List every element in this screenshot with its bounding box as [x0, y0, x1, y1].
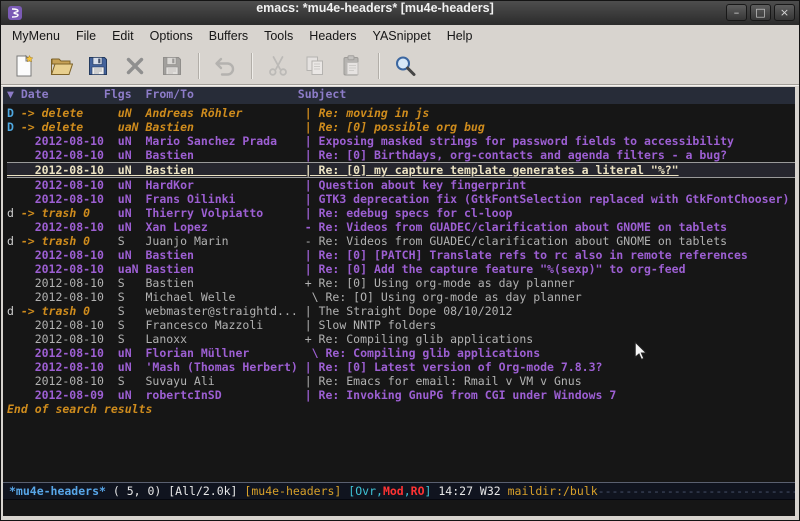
modeline-filler: ----------------------------------------… [598, 484, 795, 498]
toolbar-separator [198, 53, 199, 79]
close-buffer-button[interactable] [120, 51, 150, 81]
toolbar-separator [378, 53, 379, 79]
status-close-bracket: ] [425, 484, 439, 498]
menu-edit[interactable]: Edit [104, 25, 142, 47]
paste-button[interactable] [337, 51, 367, 81]
minimize-button[interactable]: – [726, 4, 747, 21]
buffer-name: *mu4e-headers* [9, 484, 106, 498]
message-row[interactable]: 2012-08-09 uN robertcInSD | Re: Invoking… [7, 388, 795, 402]
close-button[interactable]: × [774, 4, 795, 21]
message-row[interactable]: 2012-08-10 uN Frans Oilinki | GTK3 depre… [7, 192, 795, 206]
new-file-button[interactable] [9, 51, 39, 81]
status-sep-1: , [376, 484, 383, 498]
message-row[interactable]: 2012-08-10 S Michael Welle \ Re: [O] Usi… [7, 290, 795, 304]
message-row[interactable]: 2012-08-10 uN Bastien | Re: [0] [PATCH] … [7, 248, 795, 262]
message-row[interactable]: 2012-08-10 S Francesco Mazzoli | Slow NN… [7, 318, 795, 332]
message-row[interactable]: 2012-08-10 S Suvayu Ali | Re: Emacs for … [7, 374, 795, 388]
undo-button[interactable] [210, 51, 240, 81]
menu-buffers[interactable]: Buffers [201, 25, 256, 47]
message-row[interactable]: d -> trash 0 uN Thierry Volpiatto | Re: … [7, 206, 795, 220]
message-row[interactable]: d -> trash 0 S webmaster@straightd... | … [7, 304, 795, 318]
overwrite-indicator: Ovr [355, 484, 376, 498]
frame-body: ▼ Date Flgs From/To Subject D -> delete … [1, 85, 799, 520]
maximize-button[interactable]: □ [750, 4, 771, 21]
menu-mymenu[interactable]: MyMenu [4, 25, 68, 47]
message-row[interactable]: 2012-08-10 S Lanoxx + Re: Compiling glib… [7, 332, 795, 346]
menubar: MyMenuFileEditOptionsBuffersToolsHeaders… [1, 25, 799, 47]
menu-tools[interactable]: Tools [256, 25, 301, 47]
maildir: maildir:/bulk [508, 484, 598, 498]
toolbar [1, 47, 799, 85]
menu-headers[interactable]: Headers [301, 25, 364, 47]
message-row[interactable]: d -> trash 0 S Juanjo Marin - Re: Videos… [7, 234, 795, 248]
emacs-window: emacs: *mu4e-headers* [mu4e-headers] –□×… [0, 0, 800, 521]
emacs-icon [7, 5, 23, 21]
menu-options[interactable]: Options [142, 25, 201, 47]
message-row[interactable]: 2012-08-10 uN HardKor | Question about k… [7, 178, 795, 192]
message-list: D -> delete uN Andreas Röhler | Re: movi… [3, 104, 795, 482]
current-message-row[interactable]: 2012-08-10 uN Bastien | Re: [0] my captu… [7, 162, 795, 178]
message-row[interactable]: D -> delete uN Andreas Röhler | Re: movi… [7, 106, 795, 120]
open-file-button[interactable] [46, 51, 76, 81]
week-number: W32 [480, 484, 508, 498]
clock: 14:27 [438, 484, 480, 498]
mode-line: *mu4e-headers* ( 5, 0) [All/2.0k] [mu4e-… [3, 482, 795, 500]
cut-button[interactable] [263, 51, 293, 81]
window-title: emacs: *mu4e-headers* [mu4e-headers] [31, 1, 719, 15]
message-row[interactable]: 2012-08-10 uN 'Mash (Thomas Herbert) | R… [7, 360, 795, 374]
search-button[interactable] [390, 51, 420, 81]
message-row[interactable]: 2012-08-10 uN Xan Lopez - Re: Videos fro… [7, 220, 795, 234]
readonly-indicator: RO [411, 484, 425, 498]
status-sep-2: , [404, 484, 411, 498]
menu-yasnippet[interactable]: YASnippet [365, 25, 439, 47]
message-row[interactable]: 2012-08-10 uN Bastien | Re: [0] Birthday… [7, 148, 795, 162]
titlebar[interactable]: emacs: *mu4e-headers* [mu4e-headers] –□× [1, 1, 799, 26]
message-row[interactable]: 2012-08-10 uaN Bastien | Re: [0] Add the… [7, 262, 795, 276]
menu-help[interactable]: Help [439, 25, 481, 47]
save-button[interactable] [83, 51, 113, 81]
cursor-position: ( 5, 0) [106, 484, 168, 498]
menu-file[interactable]: File [68, 25, 104, 47]
message-row[interactable]: D -> delete uaN Bastien | Re: [0] possib… [7, 120, 795, 134]
window-controls: –□× [726, 4, 795, 21]
toolbar-separator [251, 53, 252, 79]
buffer-area: ▼ Date Flgs From/To Subject D -> delete … [3, 87, 795, 516]
end-of-search-results: End of search results [7, 402, 795, 416]
message-row[interactable]: 2012-08-10 uN Mario Sanchez Prada | Expo… [7, 134, 795, 148]
headers-column-header: ▼ Date Flgs From/To Subject [3, 87, 795, 104]
modified-indicator: Mod [383, 484, 404, 498]
copy-button[interactable] [300, 51, 330, 81]
save-as-button[interactable] [157, 51, 187, 81]
major-mode: [mu4e-headers] [244, 484, 348, 498]
message-row[interactable]: 2012-08-10 uN Florian Müllner \ Re: Comp… [7, 346, 795, 360]
message-count: [All/2.0k] [168, 484, 244, 498]
echo-area[interactable] [3, 500, 795, 516]
message-row[interactable]: 2012-08-10 S Bastien + Re: [0] Using org… [7, 276, 795, 290]
